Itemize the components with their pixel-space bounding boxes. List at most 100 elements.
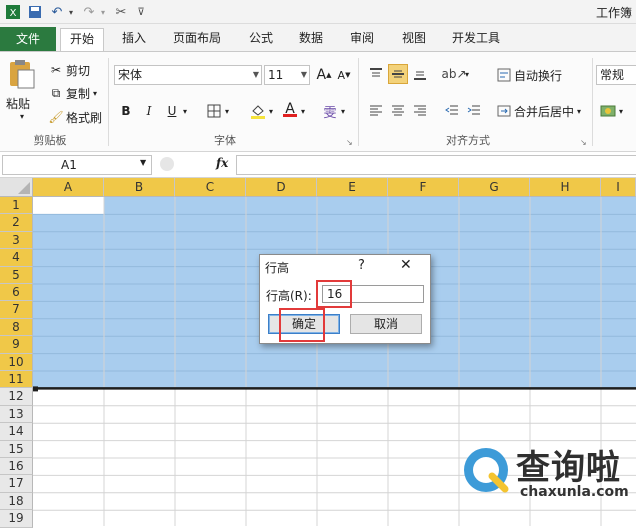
- wrap-text-button[interactable]: 自动换行: [496, 65, 562, 85]
- number-format-select[interactable]: 常规: [596, 65, 636, 85]
- column-header[interactable]: A: [33, 178, 104, 197]
- chevron-down-icon: ▼: [252, 70, 259, 79]
- cancel-button[interactable]: 取消: [350, 314, 422, 334]
- ribbon-tabs: 文件 开始 插入 页面布局 公式 数据 审阅 视图 开发工具: [0, 24, 636, 51]
- insert-function-icon[interactable]: fx: [216, 156, 228, 170]
- column-header[interactable]: E: [317, 178, 388, 197]
- row-header[interactable]: 2: [0, 214, 33, 232]
- column-header[interactable]: G: [459, 178, 530, 197]
- font-size-select[interactable]: 11 ▼: [264, 65, 310, 85]
- currency-format-icon[interactable]: [598, 101, 618, 121]
- row-header[interactable]: 17: [0, 475, 33, 493]
- font-dialog-launcher-icon[interactable]: ↘: [346, 138, 353, 147]
- row-header[interactable]: 10: [0, 353, 33, 371]
- borders-icon[interactable]: [204, 101, 224, 121]
- underline-dropdown-icon[interactable]: ▾: [180, 101, 190, 121]
- currency-dropdown-icon[interactable]: ▾: [616, 101, 626, 121]
- row-header[interactable]: 11: [0, 371, 33, 389]
- orientation-dropdown-icon[interactable]: ▾: [462, 64, 472, 84]
- tab-view[interactable]: 视图: [393, 28, 435, 51]
- tab-file[interactable]: 文件: [0, 27, 56, 51]
- row-header[interactable]: 5: [0, 266, 33, 284]
- row-header[interactable]: 15: [0, 440, 33, 458]
- wrap-text-icon: [496, 67, 512, 83]
- merge-center-label: 合并后居中: [514, 104, 575, 119]
- align-middle-icon[interactable]: [388, 64, 408, 84]
- paste-label: 粘贴: [6, 97, 31, 111]
- fill-color-icon[interactable]: [248, 101, 268, 121]
- column-header[interactable]: B: [104, 178, 175, 197]
- align-left-icon[interactable]: [366, 101, 386, 121]
- row-header[interactable]: 6: [0, 284, 33, 302]
- row-header[interactable]: 18: [0, 492, 33, 511]
- grow-font-icon[interactable]: A ▲: [314, 65, 334, 85]
- font-color-dropdown-icon[interactable]: ▾: [298, 101, 308, 121]
- row-header[interactable]: 14: [0, 423, 33, 441]
- help-icon[interactable]: ?: [358, 258, 365, 273]
- align-right-icon[interactable]: [410, 101, 430, 121]
- increase-indent-icon[interactable]: [464, 101, 484, 121]
- save-icon[interactable]: [26, 3, 44, 21]
- row-header[interactable]: 13: [0, 405, 33, 424]
- row-header[interactable]: 7: [0, 301, 33, 319]
- redo-dropdown-icon[interactable]: ▾: [94, 3, 112, 21]
- tab-insert[interactable]: 插入: [113, 28, 155, 51]
- column-header[interactable]: C: [175, 178, 246, 197]
- tools-icon[interactable]: ✂: [112, 3, 130, 21]
- underline-button[interactable]: U: [162, 101, 182, 121]
- align-center-icon[interactable]: [388, 101, 408, 121]
- row-header[interactable]: 19: [0, 510, 33, 528]
- fill-color-dropdown-icon[interactable]: ▾: [266, 101, 276, 121]
- row-header[interactable]: 16: [0, 458, 33, 476]
- decrease-indent-icon[interactable]: [442, 101, 462, 121]
- tab-formulas[interactable]: 公式: [240, 28, 282, 51]
- highlight-box: [316, 280, 352, 308]
- column-header[interactable]: F: [388, 178, 459, 197]
- active-cell[interactable]: [33, 197, 104, 215]
- column-header[interactable]: H: [530, 178, 601, 197]
- format-painter-button[interactable]: 🖌 格式刷: [48, 107, 102, 127]
- name-box[interactable]: A1: [2, 155, 152, 175]
- row-header[interactable]: 8: [0, 318, 33, 337]
- tab-home[interactable]: 开始: [60, 28, 105, 51]
- column-header[interactable]: D: [246, 178, 317, 197]
- undo-dropdown-icon[interactable]: ▾: [62, 3, 80, 21]
- ribbon-home: 粘贴 ▾ ✂ 剪切 ⧉ 复制 ▾ 🖌 格式刷 剪贴板 宋体 ▼ 11 ▼ A ▲ A ▼ B I…: [0, 51, 636, 152]
- tab-review[interactable]: 审阅: [341, 28, 383, 51]
- highlight-box: [279, 308, 325, 342]
- column-header[interactable]: I: [601, 178, 636, 197]
- shrink-font-icon[interactable]: A ▼: [334, 65, 354, 85]
- row-header[interactable]: 4: [0, 249, 33, 267]
- merge-center-button[interactable]: 合并后居中 ▾: [496, 101, 581, 121]
- formula-bar-handle-icon[interactable]: [160, 157, 174, 171]
- select-all-button[interactable]: [0, 178, 33, 197]
- font-color-icon[interactable]: A: [280, 99, 300, 119]
- borders-dropdown-icon[interactable]: ▾: [222, 101, 232, 121]
- italic-button[interactable]: I: [139, 101, 159, 121]
- tab-developer[interactable]: 开发工具: [443, 28, 509, 51]
- alignment-dialog-launcher-icon[interactable]: ↘: [580, 138, 587, 147]
- align-top-icon[interactable]: [366, 64, 386, 84]
- fill-handle[interactable]: [33, 386, 38, 392]
- paste-button[interactable]: 粘贴 ▾: [6, 58, 42, 121]
- orientation-icon[interactable]: ab↗: [441, 64, 466, 84]
- tab-page-layout[interactable]: 页面布局: [164, 28, 230, 51]
- phonetic-icon[interactable]: 雯: [320, 101, 340, 121]
- name-box-dropdown-icon[interactable]: ▼: [140, 158, 146, 167]
- bold-button[interactable]: B: [116, 101, 136, 121]
- group-divider: [592, 58, 593, 146]
- customize-toolbar-icon[interactable]: ⊽: [132, 3, 150, 21]
- row-header[interactable]: 1: [0, 197, 33, 215]
- tab-data[interactable]: 数据: [290, 28, 332, 51]
- row-header[interactable]: 12: [0, 388, 33, 406]
- row-header[interactable]: 3: [0, 231, 33, 250]
- row-header[interactable]: 9: [0, 336, 33, 354]
- phonetic-dropdown-icon[interactable]: ▾: [338, 101, 348, 121]
- close-icon[interactable]: ✕: [400, 257, 412, 273]
- copy-icon: ⧉: [51, 85, 61, 100]
- align-bottom-icon[interactable]: [410, 64, 430, 84]
- copy-button[interactable]: ⧉ 复制 ▾: [48, 83, 97, 103]
- cut-button[interactable]: ✂ 剪切: [48, 60, 90, 80]
- font-name-select[interactable]: 宋体 ▼: [114, 65, 262, 85]
- formula-input[interactable]: [236, 155, 636, 175]
